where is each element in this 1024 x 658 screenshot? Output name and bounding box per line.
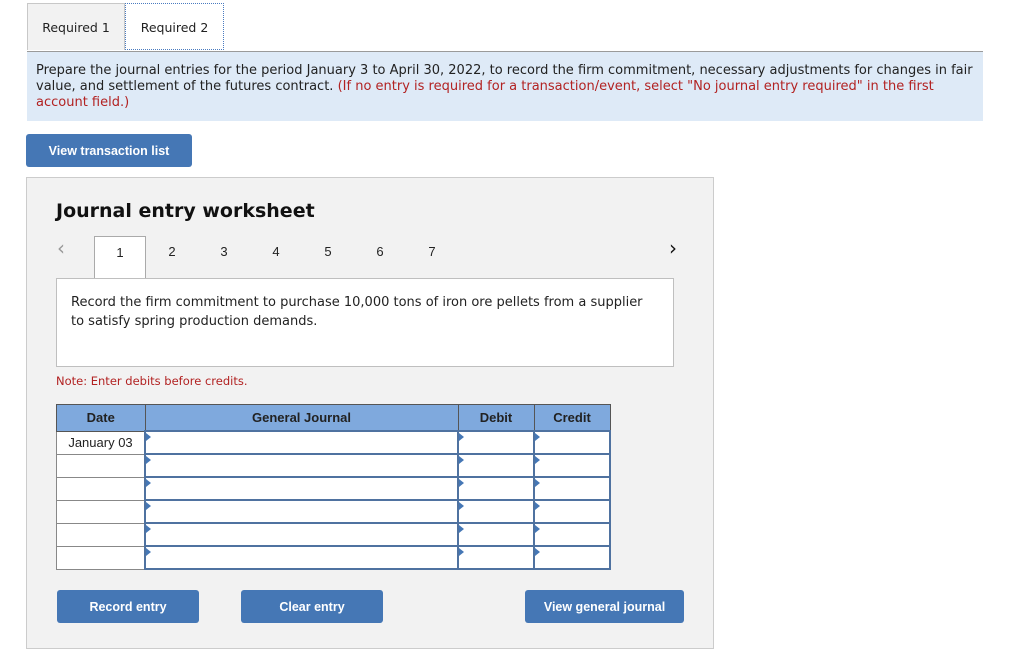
dropdown-marker-icon <box>146 525 151 533</box>
debit-input[interactable] <box>457 522 535 547</box>
account-input[interactable] <box>144 476 459 501</box>
clear-entry-button[interactable]: Clear entry <box>241 590 383 623</box>
chevron-left-icon[interactable]: ‹ <box>57 236 65 260</box>
tab-bar: Required 1 Required 2 <box>27 3 224 52</box>
page-tab-6[interactable]: 6 <box>354 236 406 278</box>
dropdown-marker-icon <box>535 502 540 510</box>
journal-table: Date General Journal Debit Credit Januar… <box>56 404 611 570</box>
account-input[interactable] <box>144 453 459 478</box>
transaction-pager: 1 2 3 4 5 6 7 <box>94 236 458 280</box>
dropdown-marker-icon <box>459 479 464 487</box>
debit-header: Debit <box>457 404 535 432</box>
transaction-description: Record the firm commitment to purchase 1… <box>56 278 674 367</box>
dropdown-marker-icon <box>459 548 464 556</box>
debit-input[interactable] <box>457 430 535 455</box>
record-entry-button[interactable]: Record entry <box>57 590 199 623</box>
page-tab-2[interactable]: 2 <box>146 236 198 278</box>
table-row <box>56 499 611 524</box>
dropdown-marker-icon <box>146 548 151 556</box>
dropdown-marker-icon <box>535 456 540 464</box>
credit-input[interactable] <box>533 476 611 501</box>
page-tab-1[interactable]: 1 <box>94 236 146 280</box>
chevron-right-icon[interactable]: › <box>669 236 677 260</box>
journal-entry-worksheet: Journal entry worksheet ‹ 1 2 3 4 5 6 7 … <box>26 177 714 649</box>
view-general-journal-button[interactable]: View general journal <box>525 590 684 623</box>
dropdown-marker-icon <box>535 548 540 556</box>
tab-required-2[interactable]: Required 2 <box>125 3 224 50</box>
dropdown-marker-icon <box>535 479 540 487</box>
page-tab-7[interactable]: 7 <box>406 236 458 278</box>
dropdown-marker-icon <box>459 525 464 533</box>
debit-input[interactable] <box>457 499 535 524</box>
tab-required-1[interactable]: Required 1 <box>27 3 125 50</box>
table-row <box>56 522 611 547</box>
date-cell <box>56 453 146 478</box>
dropdown-marker-icon <box>459 433 464 441</box>
dropdown-marker-icon <box>459 456 464 464</box>
credit-input[interactable] <box>533 545 611 570</box>
dropdown-marker-icon <box>535 433 540 441</box>
dropdown-marker-icon <box>146 502 151 510</box>
journal-header-row: Date General Journal Debit Credit <box>56 404 611 432</box>
dropdown-marker-icon <box>146 479 151 487</box>
page-tab-5[interactable]: 5 <box>302 236 354 278</box>
debits-credits-note: Note: Enter debits before credits. <box>56 374 248 388</box>
account-input[interactable] <box>144 545 459 570</box>
table-row <box>56 545 611 570</box>
date-header: Date <box>56 404 146 432</box>
worksheet-title: Journal entry worksheet <box>56 200 315 222</box>
date-cell: January 03 <box>56 430 146 455</box>
credit-header: Credit <box>533 404 611 432</box>
credit-input[interactable] <box>533 430 611 455</box>
dropdown-marker-icon <box>146 456 151 464</box>
debit-input[interactable] <box>457 453 535 478</box>
credit-input[interactable] <box>533 453 611 478</box>
credit-input[interactable] <box>533 522 611 547</box>
table-row <box>56 453 611 478</box>
table-row <box>56 476 611 501</box>
dropdown-marker-icon <box>535 525 540 533</box>
table-row: January 03 <box>56 430 611 455</box>
account-input[interactable] <box>144 522 459 547</box>
dropdown-marker-icon <box>459 502 464 510</box>
date-cell <box>56 499 146 524</box>
page-tab-4[interactable]: 4 <box>250 236 302 278</box>
date-cell <box>56 522 146 547</box>
page-tab-3[interactable]: 3 <box>198 236 250 278</box>
credit-input[interactable] <box>533 499 611 524</box>
date-cell <box>56 476 146 501</box>
general-journal-header: General Journal <box>144 404 459 432</box>
account-input[interactable] <box>144 430 459 455</box>
debit-input[interactable] <box>457 476 535 501</box>
dropdown-marker-icon <box>146 433 151 441</box>
account-input[interactable] <box>144 499 459 524</box>
debit-input[interactable] <box>457 545 535 570</box>
date-cell <box>56 545 146 570</box>
view-transaction-list-button[interactable]: View transaction list <box>26 134 192 167</box>
instructions-panel: Prepare the journal entries for the peri… <box>27 52 983 121</box>
